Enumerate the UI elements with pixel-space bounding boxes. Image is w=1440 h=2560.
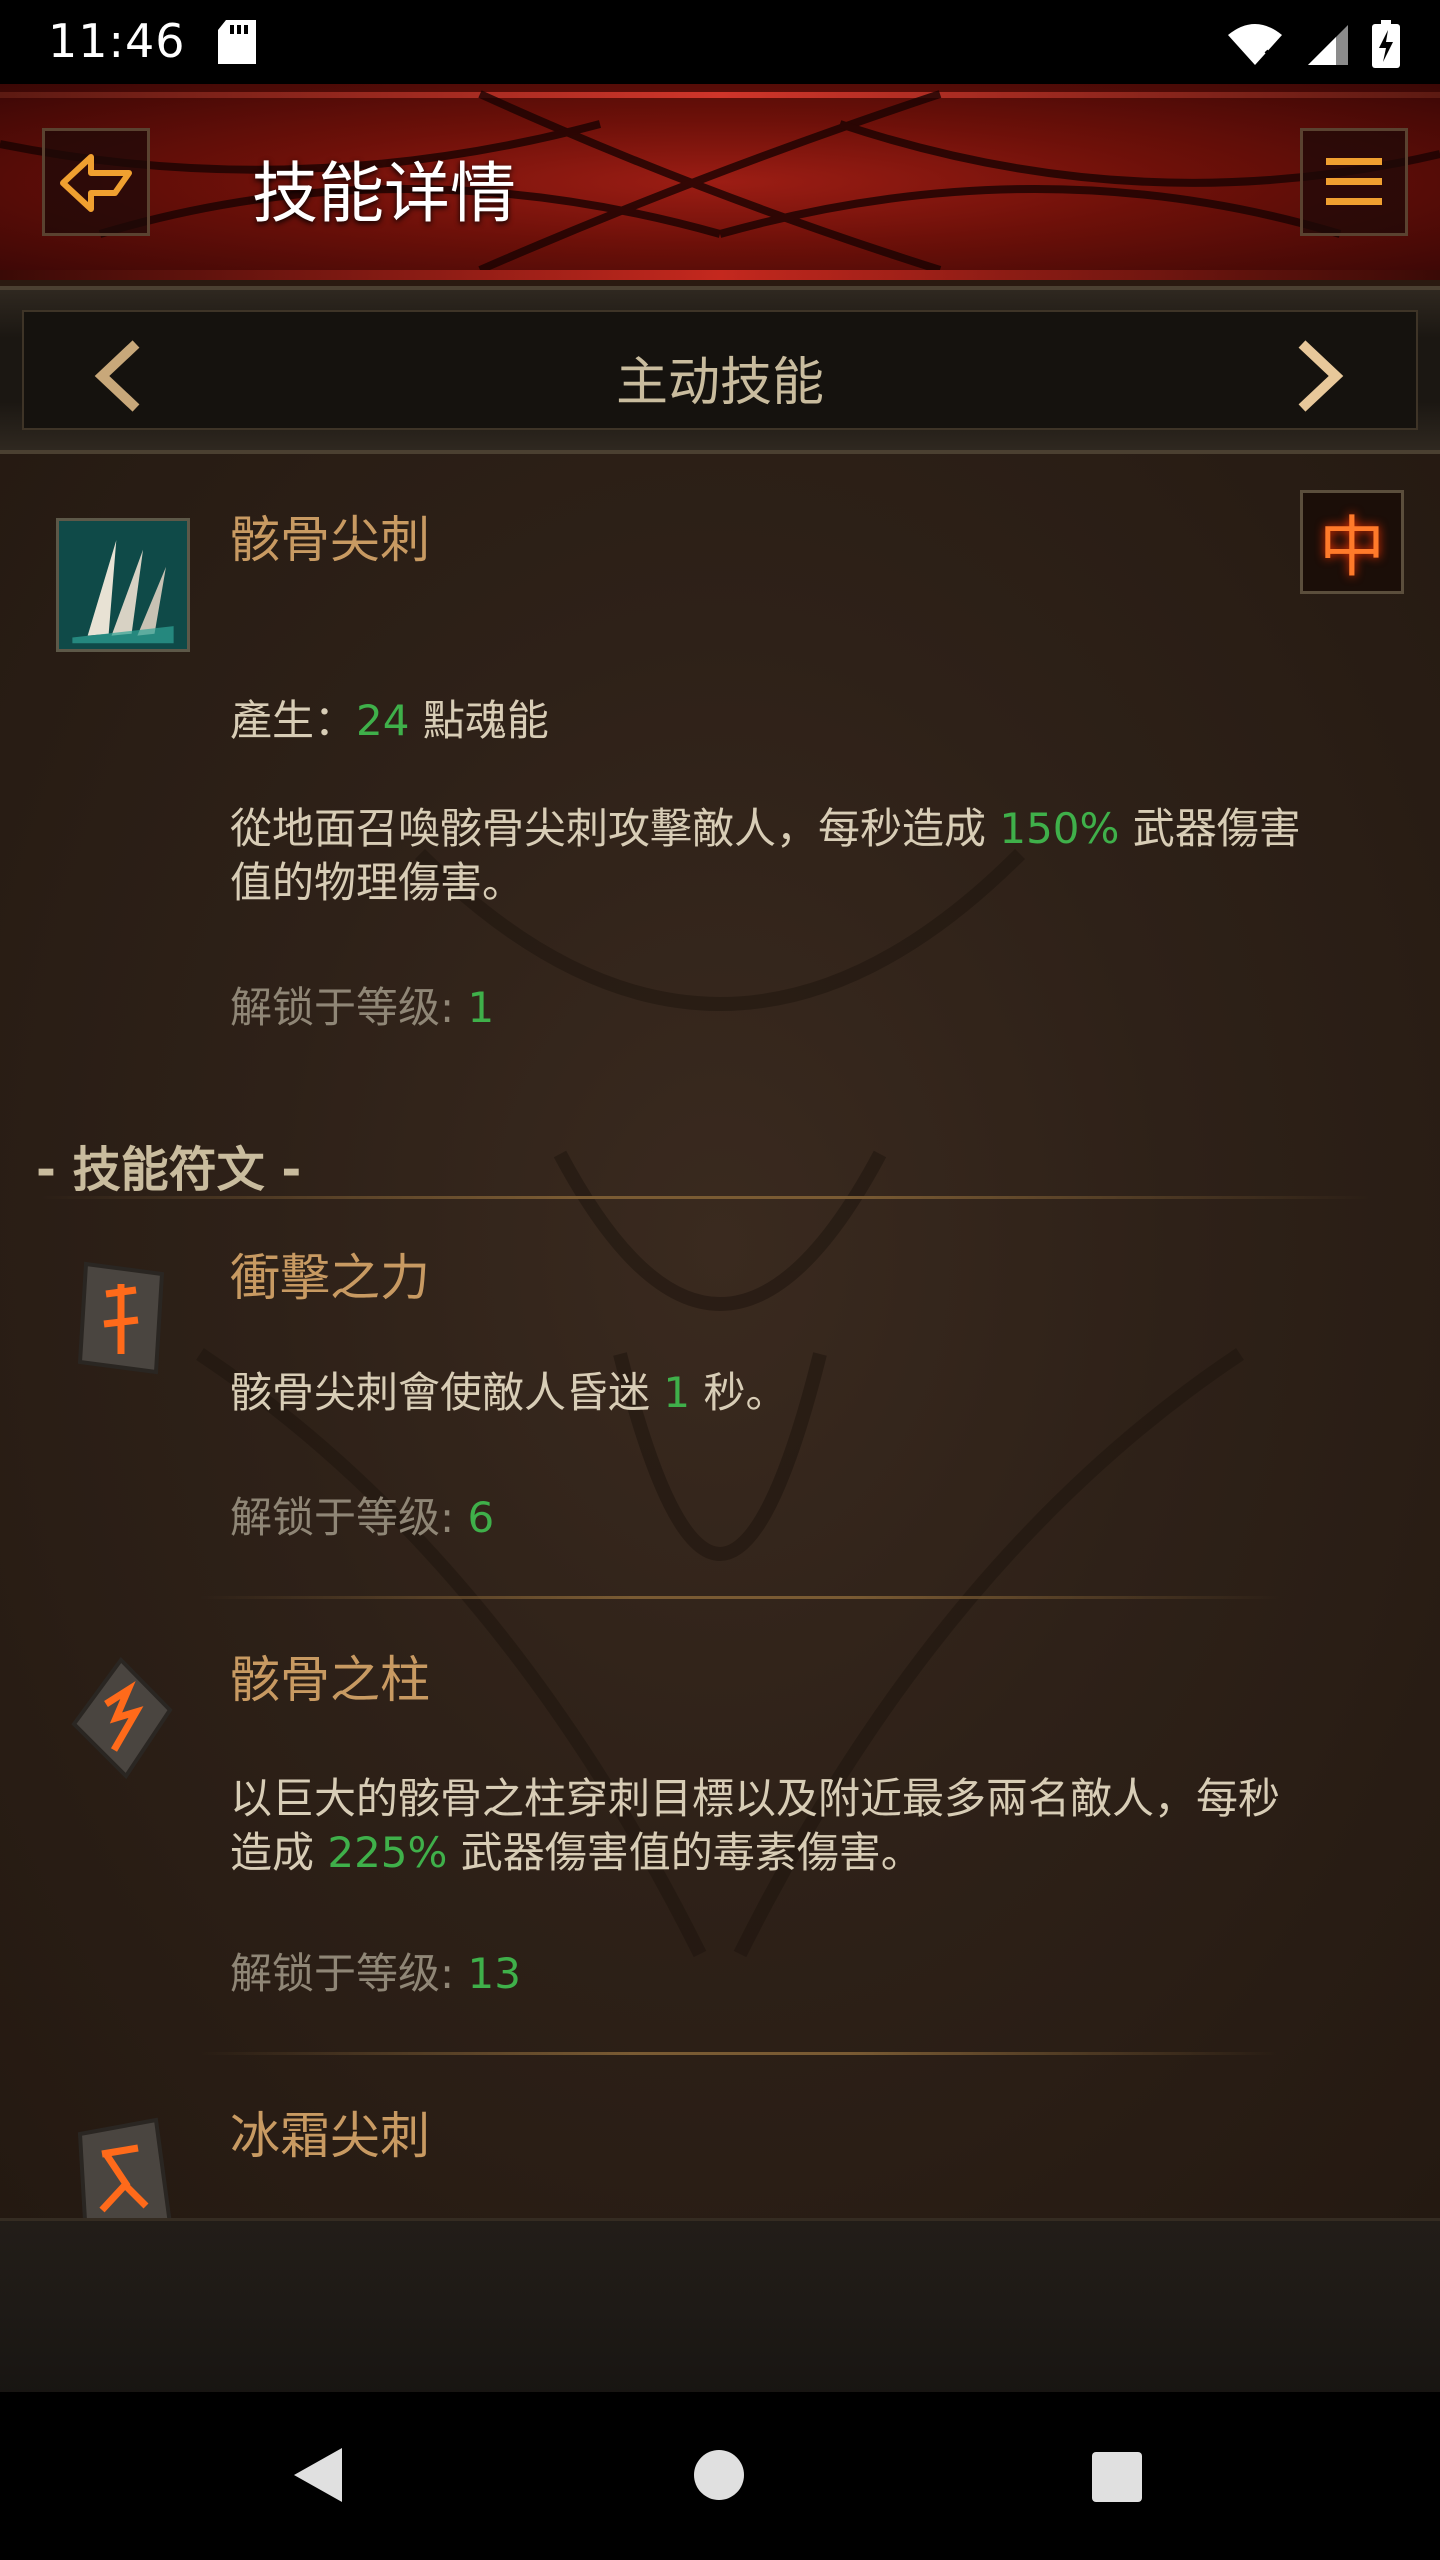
rune-icon-3 [77, 2117, 172, 2218]
rune-name-3: 冰霜尖刺 [230, 2107, 430, 2165]
skill-name: 骸骨尖刺 [230, 511, 430, 569]
demon-background-art [196, 849, 1244, 1958]
wifi-icon [1228, 24, 1282, 65]
rune-description-2: 以巨大的骸骨之柱穿刺目標以及附近最多兩名敵人，每秒 造成 225% 武器傷害值的… [230, 1774, 1281, 1877]
sd-card-icon [218, 20, 256, 64]
rune-name-2: 骸骨之柱 [230, 1651, 430, 1709]
rune-icon-2 [71, 1656, 173, 1780]
rune-unlock-level-1: 解锁于等级: 6 [230, 1493, 495, 1542]
status-icons [1226, 20, 1400, 68]
bone-spike-skill-icon [56, 518, 190, 652]
skill-unlock-level: 解锁于等级: 1 [230, 983, 495, 1032]
skill-detail-content: 骸骨尖刺 中 產生：24 點魂能 從地面召喚骸骨尖刺攻擊敵人，每秒造成 150%… [0, 454, 1440, 2218]
hamburger-menu-icon [1326, 158, 1382, 205]
skill-generate: 產生：24 點魂能 [230, 696, 549, 745]
language-toggle-button[interactable]: 中 [1300, 490, 1404, 594]
page-title: 技能详情 [252, 155, 516, 232]
rune-unlock-level-2: 解锁于等级: 13 [230, 1949, 521, 1998]
nav-home-icon[interactable] [692, 2448, 746, 2502]
menu-button[interactable] [1300, 128, 1408, 236]
back-button[interactable] [42, 128, 150, 236]
damage-percent: 150% [999, 804, 1120, 853]
rune-icon-1 [77, 1261, 165, 1375]
battery-charging-icon [1372, 20, 1400, 68]
app-header: 技能详情 [0, 84, 1440, 286]
rune-divider-2 [200, 2052, 1280, 2055]
rune-divider-1 [200, 1596, 1280, 1599]
section-divider [40, 1196, 1370, 1199]
generate-value: 24 [356, 696, 410, 745]
back-arrow-icon [60, 154, 132, 212]
skill-description: 從地面召喚骸骨尖刺攻擊敵人，每秒造成 150% 武器傷害 值的物理傷害。 [230, 804, 1301, 907]
category-title: 主动技能 [615, 353, 824, 413]
signal-icon [1308, 25, 1348, 65]
chevron-right-icon[interactable] [1290, 338, 1350, 414]
status-bar: 11:46 [0, 0, 1440, 84]
rune-description-1: 骸骨尖刺會使敵人昏迷 1 秒。 [230, 1368, 788, 1417]
category-bar: 主动技能 [0, 286, 1440, 454]
status-time: 11:46 [48, 14, 186, 68]
nav-recents-icon[interactable] [1090, 2450, 1144, 2504]
header-ornament [0, 90, 1440, 274]
nav-back-icon[interactable] [290, 2444, 346, 2506]
system-navigation-bar [0, 2392, 1440, 2560]
rune-name-1: 衝擊之力 [230, 1249, 430, 1307]
runes-section-title: - 技能符文 - [36, 1142, 302, 1198]
footer-band [0, 2218, 1440, 2395]
